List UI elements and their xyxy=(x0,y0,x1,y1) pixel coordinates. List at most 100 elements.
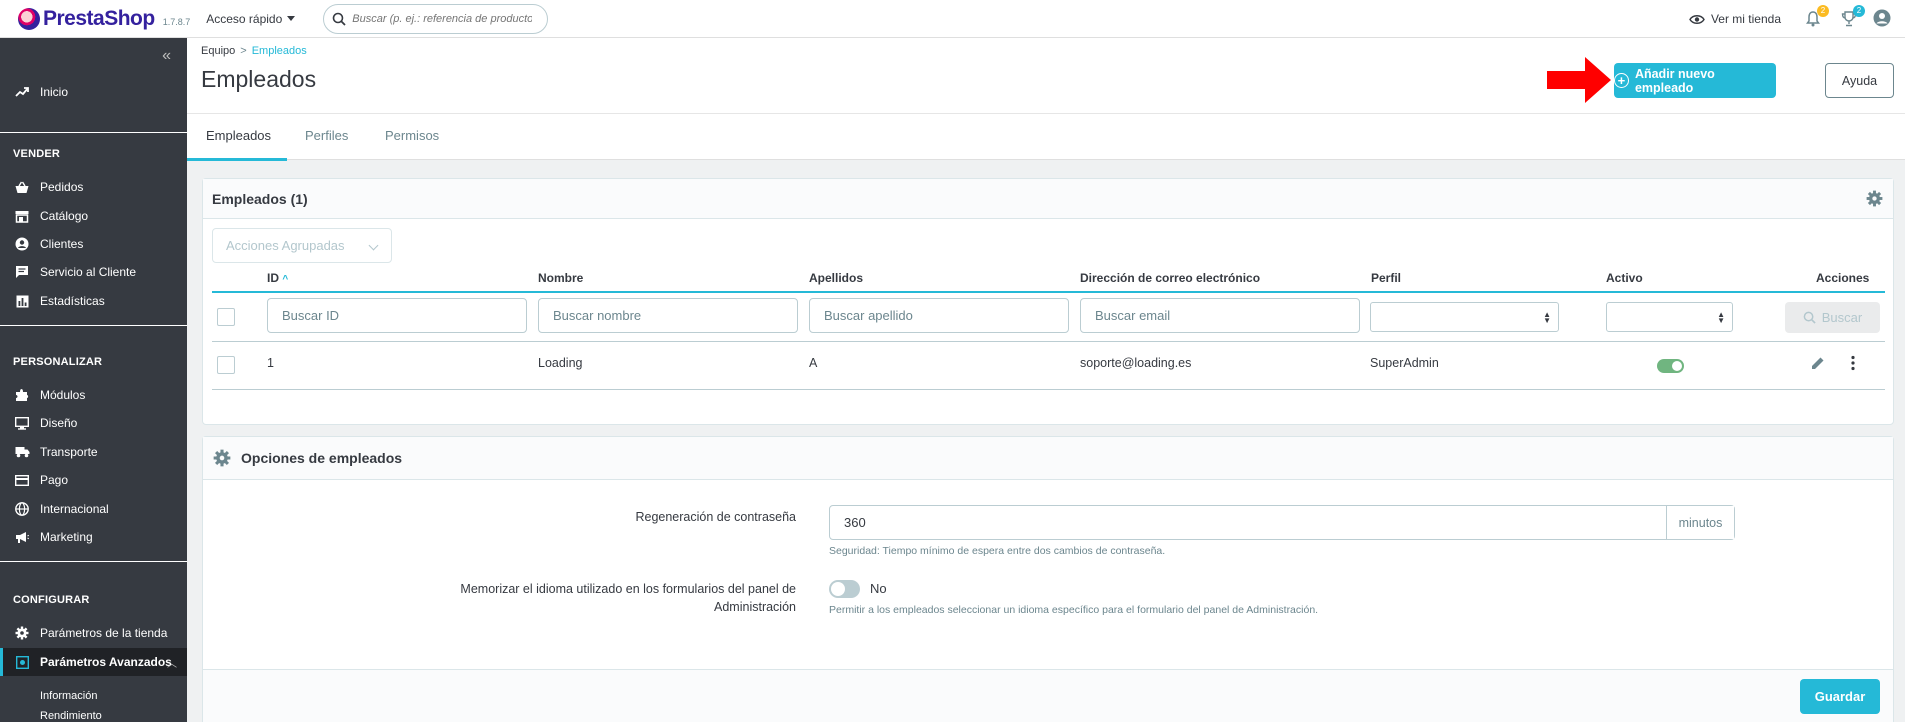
filter-lastname-input[interactable] xyxy=(809,298,1069,333)
notifications-button[interactable]: 2 xyxy=(1801,5,1829,31)
sidebar-item-diseno[interactable]: Diseño xyxy=(0,409,187,437)
select-all-checkbox[interactable] xyxy=(217,308,235,326)
filter-profile-select[interactable]: ▲ ▼ xyxy=(1370,302,1559,332)
sidebar-item-marketing[interactable]: Marketing xyxy=(0,523,187,551)
basket-icon xyxy=(14,179,30,195)
globe-icon xyxy=(14,501,30,517)
sidebar-item-pedidos[interactable]: Pedidos xyxy=(0,173,187,201)
options-card-footer xyxy=(203,669,1893,722)
sidebar-item-internacional[interactable]: Internacional xyxy=(0,495,187,523)
column-header-acciones: Acciones xyxy=(1816,271,1870,285)
top-header: PrestaShop 1.7.8.7 Acceso rápido Ver mi … xyxy=(0,0,1905,38)
bulk-actions-dropdown[interactable]: Acciones Agrupadas xyxy=(212,228,392,263)
sidebar-item-modulos[interactable]: Módulos xyxy=(0,381,187,409)
sidebar-item-transporte[interactable]: Transporte xyxy=(0,438,187,466)
tab-perfiles[interactable]: Perfiles xyxy=(305,128,348,143)
sort-asc-icon[interactable]: ^ xyxy=(282,274,288,285)
page-title: Empleados xyxy=(201,66,317,92)
filter-active-select[interactable]: ▲ ▼ xyxy=(1606,302,1733,332)
help-button[interactable]: Ayuda xyxy=(1825,63,1894,98)
column-header-email: Dirección de correo electrónico xyxy=(1080,271,1261,285)
sidebar-subitem-rendimiento[interactable]: Rendimiento xyxy=(40,710,102,722)
filter-email-input[interactable] xyxy=(1080,298,1360,333)
tab-empleados[interactable]: Empleados xyxy=(206,128,271,143)
sidebar-item-pago[interactable]: Pago xyxy=(0,466,187,494)
header-divider xyxy=(212,291,1885,293)
sidebar-item-parametros-avanzados[interactable]: Parámetros Avanzados ︿ xyxy=(0,648,187,676)
cell-name: Loading xyxy=(538,356,583,370)
user-avatar[interactable] xyxy=(1873,9,1891,30)
row-checkbox[interactable] xyxy=(217,356,235,374)
sidebar-item-label: Parámetros de la tienda xyxy=(40,626,168,640)
sidebar-item-label: Módulos xyxy=(40,388,86,402)
memorize-language-help-text: Permitir a los empleados seleccionar un … xyxy=(829,604,1319,616)
chat-icon xyxy=(14,264,30,280)
memorize-language-toggle-label: No xyxy=(870,581,887,596)
more-vertical-icon[interactable] xyxy=(1850,355,1856,371)
quick-access-dropdown[interactable]: Acceso rápido xyxy=(206,12,296,26)
sidebar-item-label: Internacional xyxy=(40,502,109,516)
sidebar-subitem-informacion[interactable]: Información xyxy=(40,690,97,702)
user-icon xyxy=(1873,9,1891,26)
prestashop-logo[interactable]: PrestaShop 1.7.8.7 xyxy=(18,7,190,31)
sidebar-item-label: Diseño xyxy=(40,416,78,430)
breadcrumb-separator: > xyxy=(240,45,247,57)
search-button-label: Buscar xyxy=(1821,310,1863,325)
active-toggle[interactable] xyxy=(1657,359,1684,373)
sidebar-item-label: Marketing xyxy=(40,530,93,544)
employees-card-title: Empleados (1) xyxy=(212,191,308,207)
collapse-sidebar-icon[interactable]: « xyxy=(162,47,171,65)
memorize-language-toggle[interactable] xyxy=(829,580,860,598)
sidebar-item-label: Estadísticas xyxy=(40,294,105,308)
minutes-addon: minutos xyxy=(1666,506,1734,539)
search-icon xyxy=(1803,311,1816,324)
password-regeneration-value: 360 xyxy=(844,515,866,530)
search-icon xyxy=(332,12,346,26)
truck-icon xyxy=(14,444,30,460)
sidebar-nav: « Inicio VENDER Pedidos Catálogo Cliente… xyxy=(0,38,187,722)
sidebar-item-catalogo[interactable]: Catálogo xyxy=(0,202,187,230)
settings-box-icon xyxy=(14,654,30,670)
sidebar-item-parametros-tienda[interactable]: Parámetros de la tienda xyxy=(0,619,187,647)
notifications-badge: 2 xyxy=(1817,5,1829,17)
plus-circle-icon: + xyxy=(1614,73,1629,88)
gear-icon[interactable] xyxy=(1866,190,1883,207)
sidebar-item-label: Clientes xyxy=(40,237,84,251)
version-label: 1.7.8.7 xyxy=(162,16,191,27)
filter-name-input[interactable] xyxy=(538,298,798,333)
red-arrow-annotation-icon xyxy=(1547,57,1611,103)
column-header-id[interactable]: ID ^ xyxy=(267,271,288,285)
view-store-link[interactable]: Ver mi tienda xyxy=(1689,12,1781,26)
breadcrumb: Equipo > Empleados xyxy=(201,45,307,57)
sidebar-item-clientes[interactable]: Clientes xyxy=(0,230,187,258)
password-help-text: Seguridad: Tiempo mínimo de espera entre… xyxy=(829,545,1166,557)
column-header-nombre: Nombre xyxy=(538,271,584,285)
password-regeneration-label: Regeneración de contraseña xyxy=(635,510,796,524)
trophy-button[interactable]: 2 xyxy=(1837,5,1865,31)
column-header-label: ID xyxy=(267,271,279,285)
breadcrumb-current[interactable]: Empleados xyxy=(252,45,307,57)
edit-pencil-icon[interactable] xyxy=(1810,355,1826,371)
sidebar-item-label: Transporte xyxy=(40,445,98,459)
sidebar-item-label: Parámetros Avanzados xyxy=(40,655,172,669)
add-employee-button[interactable]: + Añadir nuevo empleado xyxy=(1614,63,1776,98)
sidebar-item-servicio-cliente[interactable]: Servicio al Cliente xyxy=(0,258,187,286)
sidebar-item-label: Inicio xyxy=(40,85,69,99)
filter-id-input[interactable] xyxy=(267,298,527,333)
tab-permisos[interactable]: Permisos xyxy=(385,128,439,143)
cell-profile: SuperAdmin xyxy=(1370,356,1439,370)
search-box[interactable] xyxy=(323,3,549,34)
password-regeneration-field[interactable]: 360 minutos xyxy=(829,505,1735,540)
search-button[interactable]: Buscar xyxy=(1785,302,1880,333)
save-button[interactable]: Guardar xyxy=(1800,679,1880,714)
chevron-down-icon xyxy=(368,240,379,251)
cell-id: 1 xyxy=(267,356,274,370)
breadcrumb-link-equipo[interactable]: Equipo xyxy=(201,45,235,57)
memorize-language-label-line1: Memorizar el idioma utilizado en los for… xyxy=(460,582,796,596)
search-input[interactable] xyxy=(352,12,533,25)
options-card-title: Opciones de empleados xyxy=(241,450,403,466)
sidebar-item-inicio[interactable]: Inicio xyxy=(0,78,187,106)
column-header-perfil: Perfil xyxy=(1371,271,1402,285)
sidebar-item-estadisticas[interactable]: Estadísticas xyxy=(0,287,187,315)
credit-card-icon xyxy=(14,472,30,488)
